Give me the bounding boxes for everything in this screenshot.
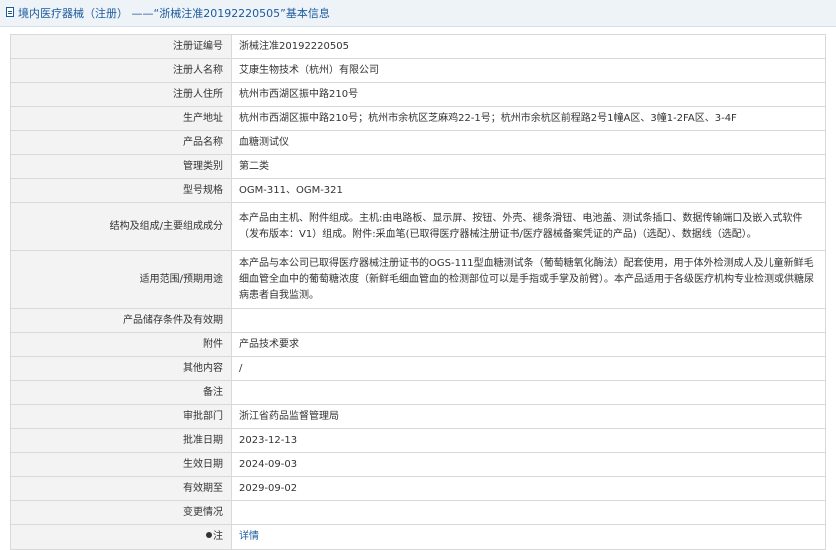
table-row-attachment: 附件 产品技术要求 — [10, 332, 826, 357]
table-row-storage: 产品储存条件及有效期 — [10, 308, 826, 333]
row-label: 生效日期 — [10, 452, 232, 477]
table-row-model-spec: 型号规格 OGM-311、OGM-321 — [10, 178, 826, 203]
page-title: 境内医疗器械（注册） ——“浙械注准20192220505”基本信息 — [18, 7, 330, 20]
row-value: / — [231, 356, 826, 381]
table-row-changes: 变更情况 — [10, 500, 826, 525]
row-value: 本产品由主机、附件组成。主机:由电路板、显示屏、按钮、外壳、褪条滑钮、电池盖、测… — [231, 202, 826, 251]
row-label: 审批部门 — [10, 404, 232, 429]
row-label: 批准日期 — [10, 428, 232, 453]
table-row-effective-date: 生效日期 2024-09-03 — [10, 452, 826, 477]
row-value: 第二类 — [231, 154, 826, 179]
row-value: 详情 — [231, 524, 826, 550]
table-row-registration-no: 注册证编号 浙械注准20192220505 — [10, 34, 826, 59]
row-value: 2029-09-02 — [231, 476, 826, 501]
row-label: 注册人住所 — [10, 82, 232, 107]
row-label: 变更情况 — [10, 500, 232, 525]
row-label: 管理类别 — [10, 154, 232, 179]
row-value — [231, 308, 826, 333]
table-row-registrant-name: 注册人名称 艾康生物技术（杭州）有限公司 — [10, 58, 826, 83]
row-value: 浙械注准20192220505 — [231, 34, 826, 59]
row-value: 本产品与本公司已取得医疗器械注册证书的OGS-111型血糖测试条（葡萄糖氧化酶法… — [231, 250, 826, 309]
row-value: 杭州市西湖区振中路210号；杭州市余杭区芝麻鸡22-1号；杭州市余杭区前程路2号… — [231, 106, 826, 131]
row-value: 2023-12-13 — [231, 428, 826, 453]
table-row-structure: 结构及组成/主要组成成分 本产品由主机、附件组成。主机:由电路板、显示屏、按钮、… — [10, 202, 826, 251]
row-value — [231, 380, 826, 405]
table-row-note: 注 详情 — [10, 524, 826, 550]
table-row-remark: 备注 — [10, 380, 826, 405]
dot-icon — [206, 532, 212, 538]
table-row-production-address: 生产地址 杭州市西湖区振中路210号；杭州市余杭区芝麻鸡22-1号；杭州市余杭区… — [10, 106, 826, 131]
row-value: 浙江省药品监督管理局 — [231, 404, 826, 429]
row-label: 生产地址 — [10, 106, 232, 131]
table-row-intended-use: 适用范围/预期用途 本产品与本公司已取得医疗器械注册证书的OGS-111型血糖测… — [10, 250, 826, 309]
row-value: 产品技术要求 — [231, 332, 826, 357]
row-value: 杭州市西湖区振中路210号 — [231, 82, 826, 107]
row-label: 注册人名称 — [10, 58, 232, 83]
row-value: 2024-09-03 — [231, 452, 826, 477]
note-label: 注 — [213, 531, 223, 542]
row-label: 产品储存条件及有效期 — [10, 308, 232, 333]
row-label: 有效期至 — [10, 476, 232, 501]
row-value: 血糖测试仪 — [231, 130, 826, 155]
detail-table: 注册证编号 浙械注准20192220505 注册人名称 艾康生物技术（杭州）有限… — [10, 34, 826, 550]
table-row-product-name: 产品名称 血糖测试仪 — [10, 130, 826, 155]
row-label: 备注 — [10, 380, 232, 405]
row-label: 注 — [10, 524, 232, 550]
row-label: 结构及组成/主要组成成分 — [10, 202, 232, 251]
row-value: OGM-311、OGM-321 — [231, 178, 826, 203]
document-icon — [6, 7, 14, 17]
row-label: 附件 — [10, 332, 232, 357]
row-value — [231, 500, 826, 525]
row-label: 其他内容 — [10, 356, 232, 381]
row-label: 注册证编号 — [10, 34, 232, 59]
details-link[interactable]: 详情 — [239, 531, 259, 542]
table-row-valid-until: 有效期至 2029-09-02 — [10, 476, 826, 501]
table-row-approval-date: 批准日期 2023-12-13 — [10, 428, 826, 453]
page-header: 境内医疗器械（注册） ——“浙械注准20192220505”基本信息 — [0, 0, 836, 27]
table-row-registrant-address: 注册人住所 杭州市西湖区振中路210号 — [10, 82, 826, 107]
row-label: 型号规格 — [10, 178, 232, 203]
table-row-management-class: 管理类别 第二类 — [10, 154, 826, 179]
row-value: 艾康生物技术（杭州）有限公司 — [231, 58, 826, 83]
table-row-approval-dept: 审批部门 浙江省药品监督管理局 — [10, 404, 826, 429]
row-label: 适用范围/预期用途 — [10, 250, 232, 309]
row-label: 产品名称 — [10, 130, 232, 155]
table-row-other: 其他内容 / — [10, 356, 826, 381]
